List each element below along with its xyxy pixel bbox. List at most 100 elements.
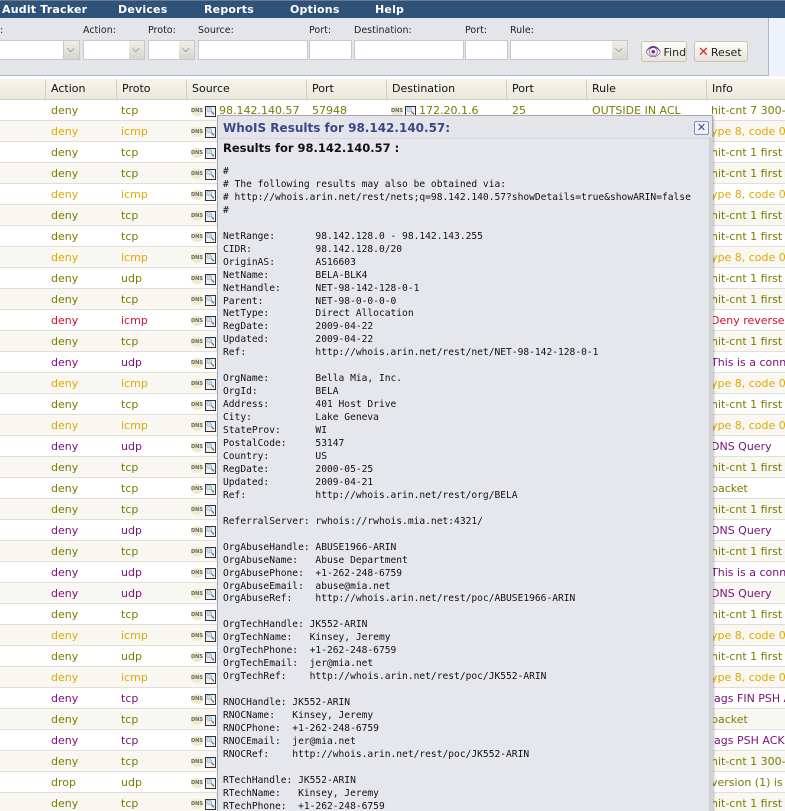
column-action[interactable]: Action <box>45 79 116 100</box>
dns-icon[interactable]: DNS <box>191 148 203 158</box>
menu-audit-tracker[interactable]: Audit Tracker <box>2 3 87 16</box>
magnifier-icon[interactable]: 🔍 <box>205 483 216 495</box>
dns-icon[interactable]: DNS <box>191 484 203 494</box>
cell-info: ype 8, code 0 <box>711 419 785 432</box>
reset-button[interactable]: ✕ Reset <box>694 41 748 62</box>
magnifier-icon[interactable]: 🔍 <box>205 609 216 621</box>
dns-icon[interactable]: DNS <box>191 631 203 641</box>
column-rule[interactable]: Rule <box>586 79 706 100</box>
magnifier-icon[interactable]: 🔍 <box>205 693 216 705</box>
magnifier-icon[interactable]: 🔍 <box>205 357 216 369</box>
magnifier-icon[interactable]: 🔍 <box>205 189 216 201</box>
find-button[interactable]: 👁 Find <box>641 41 687 62</box>
dns-icon[interactable]: DNS <box>191 337 203 347</box>
dns-icon[interactable]: DNS <box>191 106 203 116</box>
source-input[interactable] <box>198 40 308 60</box>
dns-icon[interactable]: DNS <box>191 421 203 431</box>
magnifier-icon[interactable]: 🔍 <box>205 378 216 390</box>
magnifier-icon[interactable]: 🔍 <box>205 567 216 579</box>
first-select[interactable] <box>0 40 64 60</box>
rule-select[interactable] <box>510 40 613 60</box>
source-port-input[interactable] <box>309 40 352 60</box>
magnifier-icon[interactable]: 🔍 <box>205 147 216 159</box>
magnifier-icon[interactable]: 🔍 <box>205 336 216 348</box>
rule-select-dropdown[interactable]: ⌵ <box>612 40 628 60</box>
magnifier-icon[interactable]: 🔍 <box>205 210 216 222</box>
dns-icon[interactable]: DNS <box>191 127 203 137</box>
menu-options[interactable]: Options <box>290 3 340 16</box>
dns-icon[interactable]: DNS <box>191 169 203 179</box>
magnifier-icon[interactable]: 🔍 <box>205 420 216 432</box>
magnifier-icon[interactable]: 🔍 <box>205 756 216 768</box>
proto-select[interactable] <box>148 40 180 60</box>
dns-icon[interactable]: DNS <box>191 568 203 578</box>
dns-icon[interactable]: DNS <box>191 211 203 221</box>
destination-input[interactable] <box>354 40 464 60</box>
column-source-port[interactable]: Port <box>306 79 386 100</box>
dns-icon[interactable]: DNS <box>191 505 203 515</box>
dns-icon[interactable]: DNS <box>191 736 203 746</box>
dns-icon[interactable]: DNS <box>191 757 203 767</box>
magnifier-icon[interactable]: 🔍 <box>205 672 216 684</box>
magnifier-icon[interactable]: 🔍 <box>205 462 216 474</box>
magnifier-icon[interactable]: 🔍 <box>205 315 216 327</box>
magnifier-icon[interactable]: 🔍 <box>205 546 216 558</box>
dest-port-input[interactable] <box>465 40 508 60</box>
action-select[interactable] <box>83 40 130 60</box>
magnifier-icon[interactable]: 🔍 <box>205 168 216 180</box>
dns-icon[interactable]: DNS <box>191 652 203 662</box>
column-dest-port[interactable]: Port <box>506 79 586 100</box>
action-select-dropdown[interactable]: ⌵ <box>129 40 145 60</box>
dns-icon[interactable]: DNS <box>191 526 203 536</box>
menu-help[interactable]: Help <box>375 3 404 16</box>
column-source[interactable]: Source <box>186 79 306 100</box>
menu-reports[interactable]: Reports <box>204 3 254 16</box>
magnifier-icon[interactable]: 🔍 <box>205 714 216 726</box>
dns-icon[interactable]: DNS <box>191 253 203 263</box>
dns-icon[interactable]: DNS <box>191 715 203 725</box>
menu-devices[interactable]: Devices <box>118 3 167 16</box>
magnifier-icon[interactable]: 🔍 <box>205 294 216 306</box>
dns-icon[interactable]: DNS <box>191 400 203 410</box>
magnifier-icon[interactable]: 🔍 <box>205 231 216 243</box>
whois-scrollbar[interactable] <box>709 137 713 811</box>
dns-icon[interactable]: DNS <box>191 442 203 452</box>
column-info[interactable]: Info <box>706 79 785 100</box>
dns-icon[interactable]: DNS <box>191 316 203 326</box>
close-icon[interactable]: ✕ <box>694 121 709 135</box>
dns-icon[interactable]: DNS <box>191 379 203 389</box>
magnifier-icon[interactable]: 🔍 <box>205 630 216 642</box>
whois-dialog-body[interactable]: Results for 98.142.140.57 : # # The foll… <box>219 138 711 811</box>
magnifier-icon[interactable]: 🔍 <box>205 588 216 600</box>
dns-icon[interactable]: DNS <box>191 673 203 683</box>
dns-icon[interactable]: DNS <box>191 610 203 620</box>
magnifier-icon[interactable]: 🔍 <box>205 504 216 516</box>
magnifier-icon[interactable]: 🔍 <box>205 777 216 789</box>
magnifier-icon[interactable]: 🔍 <box>205 273 216 285</box>
magnifier-icon[interactable]: 🔍 <box>205 399 216 411</box>
dns-icon[interactable]: DNS <box>191 547 203 557</box>
magnifier-icon[interactable]: 🔍 <box>205 525 216 537</box>
dns-icon[interactable]: DNS <box>191 190 203 200</box>
cell-info: hit-cnt 1 first hit <box>711 461 785 474</box>
first-select-dropdown[interactable]: ⌵ <box>64 40 80 60</box>
dns-icon[interactable]: DNS <box>191 274 203 284</box>
dns-icon[interactable]: DNS <box>191 463 203 473</box>
column-proto[interactable]: Proto <box>116 79 186 100</box>
dns-icon[interactable]: DNS <box>191 295 203 305</box>
magnifier-icon[interactable]: 🔍 <box>205 735 216 747</box>
dns-icon[interactable]: DNS <box>191 694 203 704</box>
magnifier-icon[interactable]: 🔍 <box>205 798 216 810</box>
magnifier-icon[interactable]: 🔍 <box>205 441 216 453</box>
dns-icon[interactable]: DNS <box>191 778 203 788</box>
dns-icon[interactable]: DNS <box>191 232 203 242</box>
dns-icon[interactable]: DNS <box>191 799 203 809</box>
magnifier-icon[interactable]: 🔍 <box>205 651 216 663</box>
column-destination[interactable]: Destination <box>386 79 506 100</box>
dns-icon[interactable]: DNS <box>191 358 203 368</box>
magnifier-icon[interactable]: 🔍 <box>205 105 216 117</box>
magnifier-icon[interactable]: 🔍 <box>205 252 216 264</box>
magnifier-icon[interactable]: 🔍 <box>205 126 216 138</box>
dns-icon[interactable]: DNS <box>191 589 203 599</box>
proto-select-dropdown[interactable]: ⌵ <box>179 40 195 60</box>
